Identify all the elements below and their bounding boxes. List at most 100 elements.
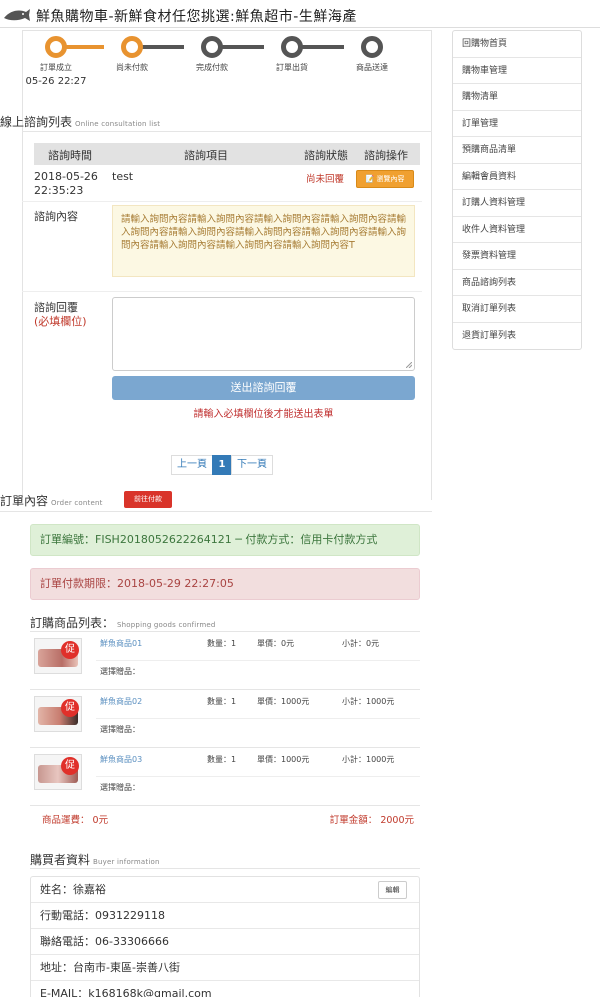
buyer-address: 地址：台南市-東區-崇善八街 (40, 961, 180, 974)
order-title: 訂單內容 (0, 494, 49, 508)
consult-table-header: 諮詢時間 諮詢項目 諮詢狀態 諮詢操作 (34, 143, 420, 165)
col-item: 諮詢項目 (184, 149, 228, 162)
step-label: 完成付款 (196, 63, 228, 72)
products-section-title: 訂購商品列表： Shopping goods confirmed (30, 614, 216, 631)
divider (0, 511, 432, 512)
product-name-link[interactable]: 鮮魚商品01 (100, 638, 142, 649)
buyer-phone-row: 聯絡電話：06-33306666 (31, 929, 419, 955)
divider (30, 868, 420, 869)
step-date: 05-26 22:27 (25, 76, 87, 87)
divider (22, 291, 422, 292)
sidebar-item-returned-orders[interactable]: 退貨訂單列表 (453, 323, 581, 350)
current-page[interactable]: 1 (212, 455, 232, 475)
sidebar-item-preorder-list[interactable]: 預購商品清單 (453, 137, 581, 164)
divider (96, 718, 420, 719)
step-label: 商品送達 (356, 63, 388, 72)
gift-label: 選擇贈品： (100, 725, 140, 734)
sidebar-item-cancelled-orders[interactable]: 取消訂單列表 (453, 296, 581, 323)
pagination: 上一頁 1 下一頁 (171, 455, 273, 475)
product-price: 單價：0元 (257, 639, 295, 648)
divider (22, 131, 432, 132)
sidebar-item-orderer-info[interactable]: 訂購人資料管理 (453, 190, 581, 217)
product-qty: 數量：1 (207, 697, 237, 706)
order-number-alert: 訂單編號：FISH2018052622264121 ─ 付款方式：信用卡付款方式 (30, 524, 420, 556)
fish-logo-icon (4, 9, 30, 21)
gift-label: 選擇贈品： (100, 783, 140, 792)
buyer-mobile: 行動電話：0931229118 (40, 909, 165, 922)
order-section-title: 訂單內容 Order content (0, 492, 103, 509)
product-row: 促 鮮魚商品02 數量：1 單價：1000元 小計：1000元 選擇贈品： (30, 689, 420, 747)
promo-badge: 促 (61, 757, 79, 775)
product-name-link[interactable]: 鮮魚商品03 (100, 754, 142, 765)
sidebar-item-cart-management[interactable]: 購物車管理 (453, 58, 581, 84)
next-page-link[interactable]: 下一頁 (231, 455, 273, 475)
step-circle (121, 36, 143, 58)
form-warning: 請輸入必填欄位後才能送出表單 (193, 409, 334, 420)
consult-content-label: 諮詢內容 (34, 210, 78, 223)
consult-row-time: 2018-05-26 22:35:23 (34, 170, 98, 197)
buyer-email: E-MAIL：k168168k@gmail.com (40, 987, 212, 997)
submit-reply-button[interactable]: 送出諮詢回覆 (112, 376, 415, 400)
buyer-title: 購買者資料 (30, 853, 91, 867)
col-status: 諮詢狀態 (304, 149, 348, 162)
product-price: 單價：1000元 (257, 755, 310, 764)
resize-handle-icon (406, 362, 412, 368)
member-sidebar: 回購物首頁 購物車管理 購物清單 訂單管理 預購商品清單 編輯會員資料 訂購人資… (452, 30, 582, 350)
product-thumbnail[interactable]: 促 (34, 754, 82, 790)
site-header: 鮮魚購物車-新鮮食材任您挑選:鮮魚超市-生鮮海產 (0, 0, 600, 28)
gift-label: 選擇贈品： (100, 667, 140, 676)
products-title: 訂購商品列表： (30, 616, 115, 630)
products-title-en: Shopping goods confirmed (117, 621, 216, 629)
buyer-info-panel: 姓名：徐嘉裕 編輯 行動電話：0931229118 聯絡電話：06-333066… (30, 876, 420, 997)
step-unpaid: 尚未付款 (92, 36, 172, 73)
consult-title-en: Online consultation list (75, 120, 161, 128)
step-circle (201, 36, 223, 58)
buyer-title-en: Buyer information (93, 858, 160, 866)
product-qty: 數量：1 (207, 755, 237, 764)
edit-buyer-button[interactable]: 編輯 (378, 881, 407, 899)
buyer-name: 姓名：徐嘉裕 (40, 883, 106, 896)
order-title-en: Order content (51, 499, 103, 507)
product-row: 促 鮮魚商品03 數量：1 單價：1000元 小計：1000元 選擇贈品： (30, 747, 420, 805)
order-progress: 訂單成立 05-26 22:27 尚未付款 完成付款 訂單出貨 商品送達 (22, 36, 432, 96)
col-action: 諮詢操作 (364, 149, 408, 162)
reply-textarea[interactable] (112, 297, 415, 371)
order-total: 訂單金額： 2000元 (329, 815, 414, 826)
page-title: 鮮魚購物車-新鮮食材任您挑選:鮮魚超市-生鮮海產 (36, 9, 357, 25)
prev-page-link[interactable]: 上一頁 (171, 455, 213, 475)
step-circle (45, 36, 67, 58)
buyer-section-title: 購買者資料 Buyer information (30, 851, 160, 868)
product-subtotal: 小計：1000元 (342, 755, 395, 764)
sidebar-item-shopping-list[interactable]: 購物清單 (453, 84, 581, 111)
product-price: 單價：1000元 (257, 697, 310, 706)
consult-table: 諮詢時間 諮詢項目 諮詢狀態 諮詢操作 (34, 143, 420, 165)
step-shipped: 訂單出貨 (252, 36, 332, 73)
buyer-name-row: 姓名：徐嘉裕 編輯 (31, 877, 419, 903)
product-thumbnail[interactable]: 促 (34, 638, 82, 674)
promo-badge: 促 (61, 699, 79, 717)
step-circle (361, 36, 383, 58)
step-circle (281, 36, 303, 58)
sidebar-item-edit-member[interactable]: 編輯會員資料 (453, 164, 581, 190)
sidebar-item-shop-home[interactable]: 回購物首頁 (453, 31, 581, 58)
go-to-payment-button[interactable]: 前往付款 (124, 491, 172, 508)
shipping-fee: 商品運費： 0元 (42, 815, 109, 826)
divider (22, 201, 422, 202)
sidebar-item-order-management[interactable]: 訂單管理 (453, 111, 581, 137)
view-content-button[interactable]: 📝 瀏覽內容 (356, 170, 414, 188)
buyer-mobile-row: 行動電話：0931229118 (31, 903, 419, 929)
step-label: 尚未付款 (116, 63, 148, 72)
step-order-created: 訂單成立 05-26 22:27 (16, 36, 96, 87)
consult-content-box: 請輸入詢問內容請輸入詢問內容請輸入詢問內容請輸入詢問內容請輸入詢問內容請輸入詢問… (112, 205, 415, 277)
payment-deadline-alert: 訂單付款期限：2018-05-29 22:27:05 (30, 568, 420, 600)
product-name-link[interactable]: 鮮魚商品02 (100, 696, 142, 707)
sidebar-item-recipient-info[interactable]: 收件人資料管理 (453, 217, 581, 243)
buyer-phone: 聯絡電話：06-33306666 (40, 935, 169, 948)
step-delivered: 商品送達 (332, 36, 412, 73)
sidebar-item-invoice-info[interactable]: 發票資料管理 (453, 243, 581, 270)
product-subtotal: 小計：0元 (342, 639, 380, 648)
product-thumbnail[interactable]: 促 (34, 696, 82, 732)
product-qty: 數量：1 (207, 639, 237, 648)
sidebar-item-product-inquiries[interactable]: 商品諮詢列表 (453, 270, 581, 296)
buyer-email-row: E-MAIL：k168168k@gmail.com (31, 981, 419, 997)
